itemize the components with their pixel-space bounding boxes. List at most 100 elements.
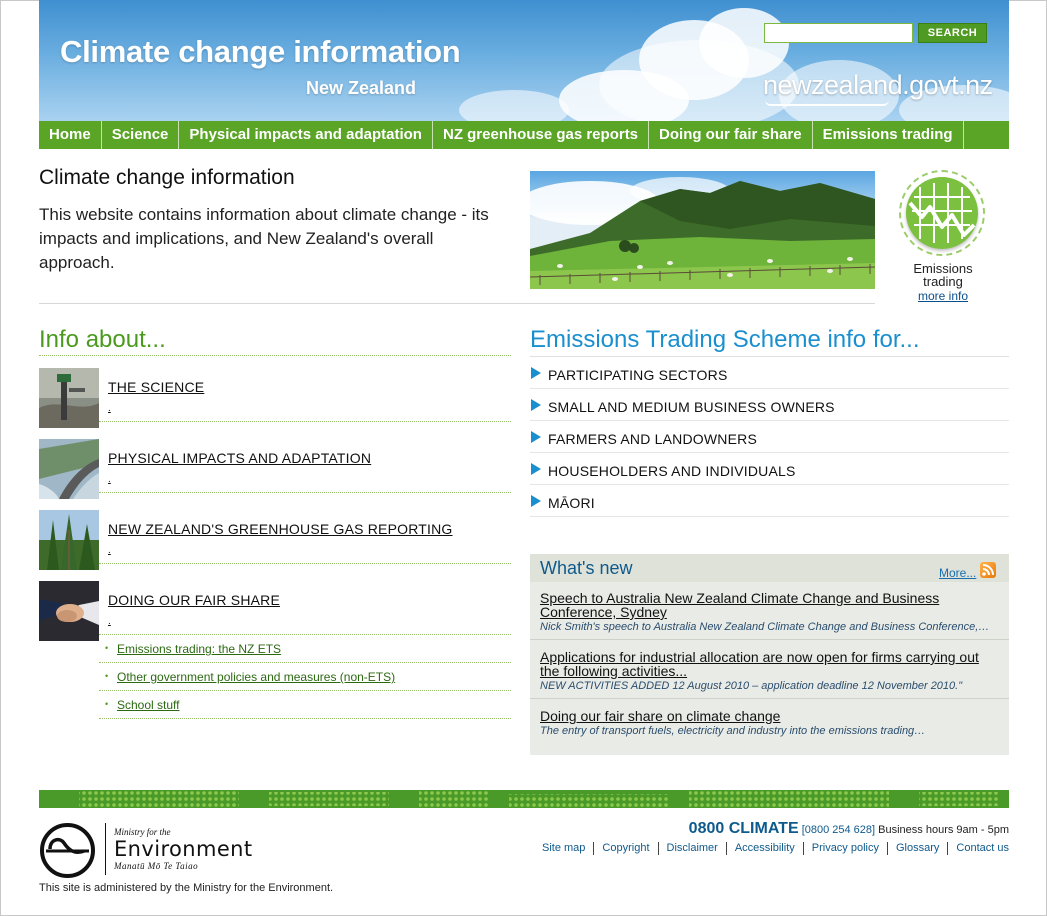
whats-new-panel: What's new More... Speech to Australia N…: [530, 554, 1009, 755]
whats-new-title: What's new: [540, 558, 633, 578]
ets-link-farmers[interactable]: FARMERS AND LANDOWNERS: [548, 431, 757, 447]
contact-phone: 0800 CLIMATE [0800 254 628] Business hou…: [689, 820, 1009, 838]
ministry-logo-icon: [40, 823, 95, 878]
footer-link-copyright[interactable]: Copyright: [593, 842, 657, 855]
footer-link-disclaimer[interactable]: Disclaimer: [657, 842, 726, 855]
news-item: Speech to Australia New Zealand Climate …: [530, 590, 1009, 638]
divider: [99, 563, 511, 564]
intro-text: This website contains information about …: [39, 205, 489, 272]
news-item-title[interactable]: Doing our fair share on climate change: [540, 709, 1000, 723]
govt-logo-swoosh-icon: [765, 100, 889, 106]
ets-link-maori[interactable]: MĀORI: [548, 495, 595, 511]
ets-promo[interactable]: Emissions trading more info: [899, 170, 987, 303]
news-item-title[interactable]: Applications for industrial allocation a…: [540, 650, 1000, 678]
footer-links: Site map Copyright Disclaimer Accessibil…: [534, 842, 1009, 855]
divider: [39, 303, 875, 304]
footer-link-accessibility[interactable]: Accessibility: [725, 842, 803, 855]
info-dot: .: [108, 474, 111, 485]
site-subtitle: New Zealand: [306, 78, 417, 98]
ets-chart-icon: [899, 170, 985, 256]
govt-logo[interactable]: newzealand.govt.nz: [763, 70, 993, 106]
science-thumbnail[interactable]: [39, 368, 99, 428]
info-link-fair-share[interactable]: DOING OUR FAIR SHARE: [108, 592, 280, 608]
ets-row-small-business[interactable]: SMALL AND MEDIUM BUSINESS OWNERS: [530, 389, 1009, 421]
sublink-emissions-trading: • Emissions trading: the NZ ETS: [99, 635, 511, 663]
ets-row-participating-sectors[interactable]: PARTICIPATING SECTORS: [530, 357, 1009, 389]
rss-icon[interactable]: [980, 562, 996, 578]
ministry-logo-big: Environment: [114, 837, 253, 861]
info-link-science[interactable]: THE SCIENCE: [108, 379, 204, 395]
sublink-school-stuff-link[interactable]: School stuff: [117, 698, 179, 712]
fair-share-thumbnail[interactable]: [39, 581, 99, 641]
nav-greenhouse-reports[interactable]: NZ greenhouse gas reports: [433, 121, 650, 149]
info-dot: .: [108, 545, 111, 556]
arrow-right-icon: [531, 399, 541, 411]
bullet-icon: •: [105, 643, 109, 653]
news-item-title[interactable]: Speech to Australia New Zealand Climate …: [540, 591, 1000, 619]
search-input[interactable]: [764, 23, 913, 43]
info-item-greenhouse-reporting: NEW ZEALAND'S GREENHOUSE GAS REPORTING .: [39, 510, 511, 580]
arrow-right-icon: [531, 367, 541, 379]
info-item-physical-impacts: PHYSICAL IMPACTS AND ADAPTATION .: [39, 439, 511, 509]
ets-link-participating-sectors[interactable]: PARTICIPATING SECTORS: [548, 367, 728, 383]
news-item-desc: NEW ACTIVITIES ADDED 12 August 2010 – ap…: [540, 680, 963, 692]
search-button[interactable]: SEARCH: [918, 23, 987, 43]
footer-band: [39, 790, 1009, 808]
info-dot: .: [108, 616, 111, 627]
nav-emissions-trading[interactable]: Emissions trading: [813, 121, 964, 149]
greenhouse-reporting-thumbnail[interactable]: [39, 510, 99, 570]
ets-row-farmers[interactable]: FARMERS AND LANDOWNERS: [530, 421, 1009, 453]
ministry-logo-small: Ministry for the: [114, 827, 171, 837]
ministry-logo[interactable]: Ministry for the Environment Manatū Mō T…: [39, 821, 269, 881]
sublink-emissions-trading-link[interactable]: Emissions trading: the NZ ETS: [117, 642, 281, 656]
divider: [99, 421, 511, 422]
footer-link-site-map[interactable]: Site map: [534, 842, 593, 855]
physical-impacts-thumbnail[interactable]: [39, 439, 99, 499]
ets-row-householders[interactable]: HOUSEHOLDERS AND INDIVIDUALS: [530, 453, 1009, 485]
nav-science[interactable]: Science: [102, 121, 180, 149]
page-title: Climate change information: [39, 166, 295, 189]
ets-more-info-link[interactable]: more info: [899, 289, 987, 303]
info-link-greenhouse-reporting[interactable]: NEW ZEALAND'S GREENHOUSE GAS REPORTING: [108, 521, 453, 537]
divider: [99, 492, 511, 493]
news-item-desc: Nick Smith's speech to Australia New Zea…: [540, 621, 990, 633]
ets-link-householders[interactable]: HOUSEHOLDERS AND INDIVIDUALS: [548, 463, 796, 479]
whats-new-header: What's new More...: [530, 554, 1009, 582]
admin-notice: This site is administered by the Ministr…: [39, 882, 334, 894]
site-title: Climate change information: [60, 34, 461, 69]
govt-logo-text: newzealand.govt.nz: [763, 70, 993, 100]
arrow-right-icon: [531, 431, 541, 443]
ministry-logo-maori: Manatū Mō Te Taiao: [114, 861, 199, 871]
ets-link-small-business[interactable]: SMALL AND MEDIUM BUSINESS OWNERS: [548, 399, 835, 415]
footer-link-contact[interactable]: Contact us: [947, 842, 1009, 855]
nav-fair-share[interactable]: Doing our fair share: [649, 121, 813, 149]
whats-new-more-link[interactable]: More...: [939, 566, 976, 580]
ets-promo-label: Emissions trading: [913, 261, 973, 289]
ets-info-heading: Emissions Trading Scheme info for...: [530, 326, 920, 353]
bullet-icon: •: [105, 671, 109, 681]
divider: [530, 639, 1009, 640]
ets-row-maori[interactable]: MĀORI: [530, 485, 1009, 517]
sublink-other-policies-link[interactable]: Other government policies and measures (…: [117, 670, 395, 684]
news-item: Applications for industrial allocation a…: [530, 649, 1009, 697]
bullet-icon: •: [105, 699, 109, 709]
nav-home[interactable]: Home: [39, 121, 102, 149]
news-item-desc: The entry of transport fuels, electricit…: [540, 725, 926, 737]
info-heading: Info about...: [39, 326, 166, 353]
sublink-other-policies: • Other government policies and measures…: [99, 663, 511, 691]
phone-big: 0800 CLIMATE: [688, 820, 799, 837]
nav-physical-impacts[interactable]: Physical impacts and adaptation: [179, 121, 433, 149]
phone-number: [0800 254 628]: [801, 824, 876, 836]
info-dot: .: [108, 403, 111, 414]
site-header: Climate change information New Zealand n…: [39, 0, 1009, 121]
divider: [530, 698, 1009, 699]
info-link-physical-impacts[interactable]: PHYSICAL IMPACTS AND ADAPTATION: [108, 450, 371, 466]
ets-info-list: PARTICIPATING SECTORS SMALL AND MEDIUM B…: [530, 356, 1009, 517]
hero-landscape-image: [530, 171, 875, 289]
footer-link-glossary[interactable]: Glossary: [887, 842, 947, 855]
info-item-science: THE SCIENCE .: [39, 368, 511, 438]
arrow-right-icon: [531, 463, 541, 475]
footer-link-privacy[interactable]: Privacy policy: [802, 842, 887, 855]
divider: [105, 823, 106, 875]
business-hours: Business hours 9am - 5pm: [878, 824, 1009, 836]
